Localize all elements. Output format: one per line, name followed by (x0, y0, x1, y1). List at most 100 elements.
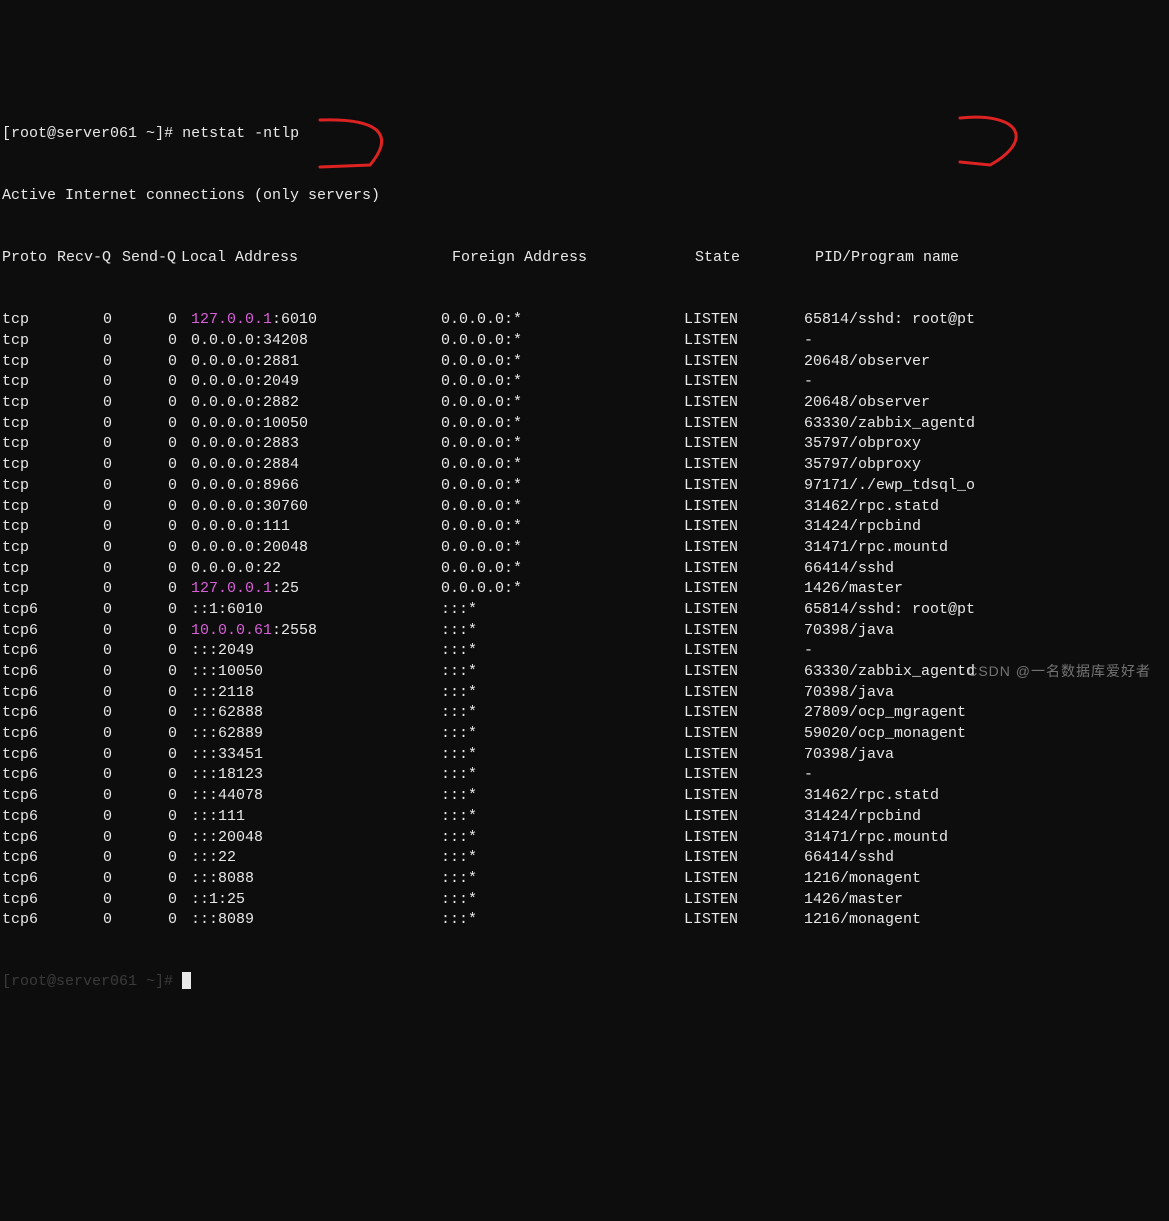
table-row: tcp000.0.0.0:342080.0.0.0:*LISTEN- (2, 331, 1167, 352)
cell-state: LISTEN (684, 310, 804, 331)
cell-foreign: 0.0.0.0:* (441, 372, 684, 393)
cell-pid: 1216/monagent (804, 869, 1167, 890)
cell-proto: tcp6 (2, 910, 57, 931)
cell-state: LISTEN (684, 703, 804, 724)
cell-local: 0.0.0.0:10050 (191, 414, 441, 435)
cell-local: 0.0.0.0:34208 (191, 331, 441, 352)
cell-local: ::1:25 (191, 890, 441, 911)
cell-local: 0.0.0.0:20048 (191, 538, 441, 559)
table-row: tcp600:::62889:::*LISTEN59020/ocp_monage… (2, 724, 1167, 745)
cell-sendq: 0 (122, 786, 191, 807)
table-row: tcp00127.0.0.1:60100.0.0.0:*LISTEN65814/… (2, 310, 1167, 331)
cell-recvq: 0 (57, 890, 122, 911)
cell-proto: tcp6 (2, 683, 57, 704)
cell-state: LISTEN (684, 848, 804, 869)
cell-pid: 31471/rpc.mountd (804, 828, 1167, 849)
table-row: tcp000.0.0.0:28810.0.0.0:*LISTEN20648/ob… (2, 352, 1167, 373)
command: netstat (182, 124, 254, 145)
cell-sendq: 0 (122, 683, 191, 704)
cell-proto: tcp (2, 393, 57, 414)
cell-state: LISTEN (684, 910, 804, 931)
cell-pid: 59020/ocp_monagent (804, 724, 1167, 745)
cell-recvq: 0 (57, 683, 122, 704)
cell-pid: 31462/rpc.statd (804, 497, 1167, 518)
cell-foreign: 0.0.0.0:* (441, 538, 684, 559)
cell-proto: tcp6 (2, 600, 57, 621)
cell-sendq: 0 (122, 848, 191, 869)
cell-sendq: 0 (122, 310, 191, 331)
cell-local: :::2118 (191, 683, 441, 704)
cell-sendq: 0 (122, 703, 191, 724)
cell-sendq: 0 (122, 455, 191, 476)
cell-foreign: :::* (441, 869, 684, 890)
cell-local: :::111 (191, 807, 441, 828)
cell-state: LISTEN (684, 869, 804, 890)
cell-pid: 31462/rpc.statd (804, 786, 1167, 807)
cell-pid: 27809/ocp_mgragent (804, 703, 1167, 724)
hdr-local: Local Address (181, 248, 452, 269)
cell-sendq: 0 (122, 393, 191, 414)
table-row: tcp600:::22:::*LISTEN66414/sshd (2, 848, 1167, 869)
cell-sendq: 0 (122, 579, 191, 600)
cell-pid: 65814/sshd: root@pt (804, 310, 1167, 331)
cell-foreign: :::* (441, 828, 684, 849)
cell-local: 0.0.0.0:2883 (191, 434, 441, 455)
cell-sendq: 0 (122, 745, 191, 766)
table-row: tcp600::1:25:::*LISTEN1426/master (2, 890, 1167, 911)
cell-pid: 1426/master (804, 890, 1167, 911)
cell-state: LISTEN (684, 765, 804, 786)
cell-state: LISTEN (684, 745, 804, 766)
cell-proto: tcp (2, 497, 57, 518)
cell-pid: 63330/zabbix_agentd (804, 414, 1167, 435)
cell-foreign: 0.0.0.0:* (441, 497, 684, 518)
cell-proto: tcp6 (2, 703, 57, 724)
cell-state: LISTEN (684, 559, 804, 580)
cell-foreign: :::* (441, 724, 684, 745)
table-row: tcp000.0.0.0:20490.0.0.0:*LISTEN- (2, 372, 1167, 393)
cell-sendq: 0 (122, 331, 191, 352)
cell-state: LISTEN (684, 331, 804, 352)
cell-state: LISTEN (684, 414, 804, 435)
cell-pid: 20648/observer (804, 352, 1167, 373)
cell-proto: tcp6 (2, 848, 57, 869)
cell-state: LISTEN (684, 828, 804, 849)
cell-local: 0.0.0.0:30760 (191, 497, 441, 518)
cell-sendq: 0 (122, 434, 191, 455)
cell-proto: tcp (2, 476, 57, 497)
cell-sendq: 0 (122, 890, 191, 911)
cell-recvq: 0 (57, 579, 122, 600)
cell-sendq: 0 (122, 724, 191, 745)
cell-proto: tcp6 (2, 869, 57, 890)
cell-foreign: :::* (441, 703, 684, 724)
table-row: tcp000.0.0.0:1110.0.0.0:*LISTEN31424/rpc… (2, 517, 1167, 538)
table-row: tcp000.0.0.0:89660.0.0.0:*LISTEN97171/./… (2, 476, 1167, 497)
table-row: tcp600:::33451:::*LISTEN70398/java (2, 745, 1167, 766)
cell-state: LISTEN (684, 662, 804, 683)
cell-local: 127.0.0.1:6010 (191, 310, 441, 331)
terminal-output[interactable]: [root@server061 ~]# netstat -ntlp Active… (0, 83, 1169, 1014)
table-row: tcp000.0.0.0:220.0.0.0:*LISTEN66414/sshd (2, 559, 1167, 580)
cell-state: LISTEN (684, 786, 804, 807)
cell-local: 0.0.0.0:111 (191, 517, 441, 538)
cell-local: 0.0.0.0:2049 (191, 372, 441, 393)
cell-foreign: 0.0.0.0:* (441, 579, 684, 600)
cell-local: :::10050 (191, 662, 441, 683)
prompt-line: [root@server061 ~]# netstat -ntlp (2, 124, 1167, 145)
cell-recvq: 0 (57, 621, 122, 642)
cell-local: 0.0.0.0:22 (191, 559, 441, 580)
cell-state: LISTEN (684, 476, 804, 497)
cell-foreign: :::* (441, 848, 684, 869)
hdr-proto: Proto (2, 248, 57, 269)
cell-foreign: 0.0.0.0:* (441, 476, 684, 497)
cell-state: LISTEN (684, 683, 804, 704)
cell-foreign: 0.0.0.0:* (441, 455, 684, 476)
table-row: tcp600:::18123:::*LISTEN- (2, 765, 1167, 786)
hdr-pid: PID/Program name (815, 248, 1167, 269)
cell-state: LISTEN (684, 600, 804, 621)
cell-sendq: 0 (122, 828, 191, 849)
cell-state: LISTEN (684, 579, 804, 600)
watermark-text: CSDN @一名数据库爱好者 (967, 662, 1151, 681)
cell-recvq: 0 (57, 869, 122, 890)
cell-proto: tcp (2, 579, 57, 600)
cell-pid: 35797/obproxy (804, 455, 1167, 476)
